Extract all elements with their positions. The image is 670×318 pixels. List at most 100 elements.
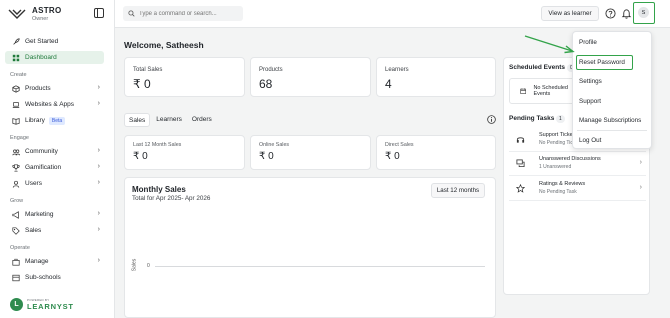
scheduled-empty-text: No Scheduled Events: [533, 85, 568, 97]
brand-role: Owner: [32, 16, 49, 22]
chat-icon: [516, 159, 525, 168]
annotation-arrow-icon: [524, 35, 575, 54]
pending-tasks-title: Pending Tasks: [509, 115, 555, 122]
page-title: Welcome, Satheesh: [124, 40, 204, 50]
range-select-button[interactable]: Last 12 months: [431, 183, 485, 198]
brand-logo-icon: [8, 9, 26, 19]
powered-by-name: LEARNYST: [27, 301, 74, 311]
sidebar-item-label: Dashboard: [25, 54, 57, 61]
task-status: 1 Unanswered: [539, 164, 572, 170]
menu-item-settings[interactable]: Settings: [579, 78, 602, 85]
user-icon: [11, 179, 20, 188]
task-ratings-reviews[interactable]: Ratings & Reviews No Pending Task ›: [509, 177, 646, 201]
sub-stat-online: Online Sales ₹ 0: [250, 135, 371, 170]
task-name: Unanswered Discussions: [539, 156, 601, 162]
sidebar-item-label: Library: [25, 117, 45, 124]
stat-value: 4: [385, 77, 392, 91]
sidebar-item-library[interactable]: Library Beta: [5, 114, 104, 127]
search-box[interactable]: [123, 6, 243, 21]
sidebar-item-sales[interactable]: Sales ›: [5, 224, 104, 237]
tab-learners[interactable]: Learners: [152, 113, 186, 127]
stat-label: Total Sales: [133, 67, 163, 73]
sidebar-item-community[interactable]: Community ›: [5, 145, 104, 158]
sidebar-item-label: Users: [25, 180, 42, 187]
avatar-highlight: S: [633, 2, 655, 24]
sidebar-item-label: Community: [25, 148, 58, 155]
sidebar-item-get-started[interactable]: Get Started: [5, 35, 104, 48]
sidebar-collapse-icon[interactable]: [94, 8, 104, 18]
help-icon[interactable]: [605, 8, 616, 19]
sidebar-item-products[interactable]: Products ›: [5, 82, 104, 95]
grid-icon: [11, 53, 20, 62]
stat-label: Learners: [385, 67, 409, 73]
sidebar-item-manage[interactable]: Manage ›: [5, 255, 104, 268]
briefcase-icon: [11, 257, 20, 266]
sidebar-item-gamification[interactable]: Gamification ›: [5, 161, 104, 174]
stat-card-products[interactable]: Products 68: [250, 57, 371, 97]
tab-orders[interactable]: Orders: [188, 113, 216, 127]
sidebar-item-dashboard[interactable]: Dashboard: [5, 51, 104, 64]
sidebar-item-label: Websites & Apps: [25, 101, 75, 108]
section-create: Create: [10, 72, 27, 78]
menu-item-manage-subscriptions[interactable]: Manage Subscriptions: [579, 117, 641, 124]
sub-stat-value: ₹ 0: [259, 151, 274, 162]
chevron-right-icon: ›: [97, 226, 100, 233]
y-axis-label: Sales: [131, 258, 138, 272]
section-engage: Engage: [10, 135, 29, 141]
sub-stat-label: Direct Sales: [385, 142, 414, 148]
sidebar-item-label: Sales: [25, 227, 42, 234]
building-icon: [11, 273, 20, 282]
info-icon[interactable]: [487, 115, 496, 124]
pending-count-badge: 1: [556, 115, 565, 123]
menu-item-profile[interactable]: Profile: [579, 39, 597, 46]
headset-icon: [516, 137, 525, 143]
rocket-icon: [11, 37, 20, 46]
sidebar: ASTRO Owner Get Started Dashboard Create…: [0, 0, 115, 318]
menu-item-support[interactable]: Support: [579, 98, 601, 105]
star-icon: [516, 184, 525, 193]
tab-sales[interactable]: Sales: [124, 113, 151, 127]
tag-icon: [11, 226, 20, 235]
section-operate: Operate: [10, 245, 30, 251]
sidebar-item-marketing[interactable]: Marketing ›: [5, 208, 104, 221]
chevron-right-icon: ›: [97, 163, 100, 170]
brand-name: ASTRO: [32, 6, 62, 15]
sidebar-item-label: Sub-schools: [25, 274, 61, 281]
chevron-right-icon: ›: [97, 147, 100, 154]
sidebar-item-websites-apps[interactable]: Websites & Apps ›: [5, 98, 104, 111]
chart-baseline: [155, 266, 485, 267]
avatar[interactable]: S: [638, 7, 649, 18]
sidebar-item-users[interactable]: Users ›: [5, 177, 104, 190]
view-as-learner-button[interactable]: View as learner: [541, 6, 599, 21]
search-icon: [128, 10, 135, 17]
powered-by-learnyst[interactable]: L POWERED BY LEARNYST: [10, 297, 80, 311]
search-input[interactable]: [139, 10, 239, 17]
book-icon: [11, 116, 20, 125]
top-bar: View as learner S: [115, 0, 670, 28]
chart-subtitle: Total for Apr 2025- Apr 2026: [132, 195, 211, 202]
calendar-icon: [520, 88, 527, 94]
chevron-right-icon: ›: [97, 84, 100, 91]
community-icon: [11, 147, 20, 156]
sub-stat-value: ₹ 0: [133, 151, 148, 162]
task-status: No Pending Task: [539, 189, 577, 195]
bell-icon[interactable]: [621, 8, 632, 19]
chevron-right-icon: ›: [97, 210, 100, 217]
chevron-right-icon: ›: [639, 184, 642, 191]
chevron-right-icon: ›: [639, 159, 642, 166]
laptop-icon: [11, 100, 20, 109]
menu-item-log-out[interactable]: Log Out: [579, 137, 601, 144]
sub-stat-last-12-month: Last 12 Month Sales ₹ 0: [124, 135, 245, 170]
menu-item-reset-password[interactable]: Reset Password: [579, 59, 625, 66]
stat-value: 68: [259, 77, 273, 91]
sidebar-item-label: Manage: [25, 258, 49, 265]
chevron-right-icon: ›: [97, 257, 100, 264]
sub-stat-label: Last 12 Month Sales: [133, 142, 182, 148]
sidebar-item-sub-schools[interactable]: Sub-schools: [5, 271, 104, 284]
scheduled-empty-state: No Scheduled Events: [509, 78, 577, 104]
brand[interactable]: ASTRO Owner: [8, 6, 108, 24]
chart-title: Monthly Sales: [132, 185, 186, 194]
profile-dropdown-menu: Profile Reset Password Settings Support …: [572, 31, 652, 149]
task-unanswered-discussions[interactable]: Unanswered Discussions 1 Unanswered ›: [509, 152, 646, 176]
stat-card-learners[interactable]: Learners 4: [376, 57, 496, 97]
